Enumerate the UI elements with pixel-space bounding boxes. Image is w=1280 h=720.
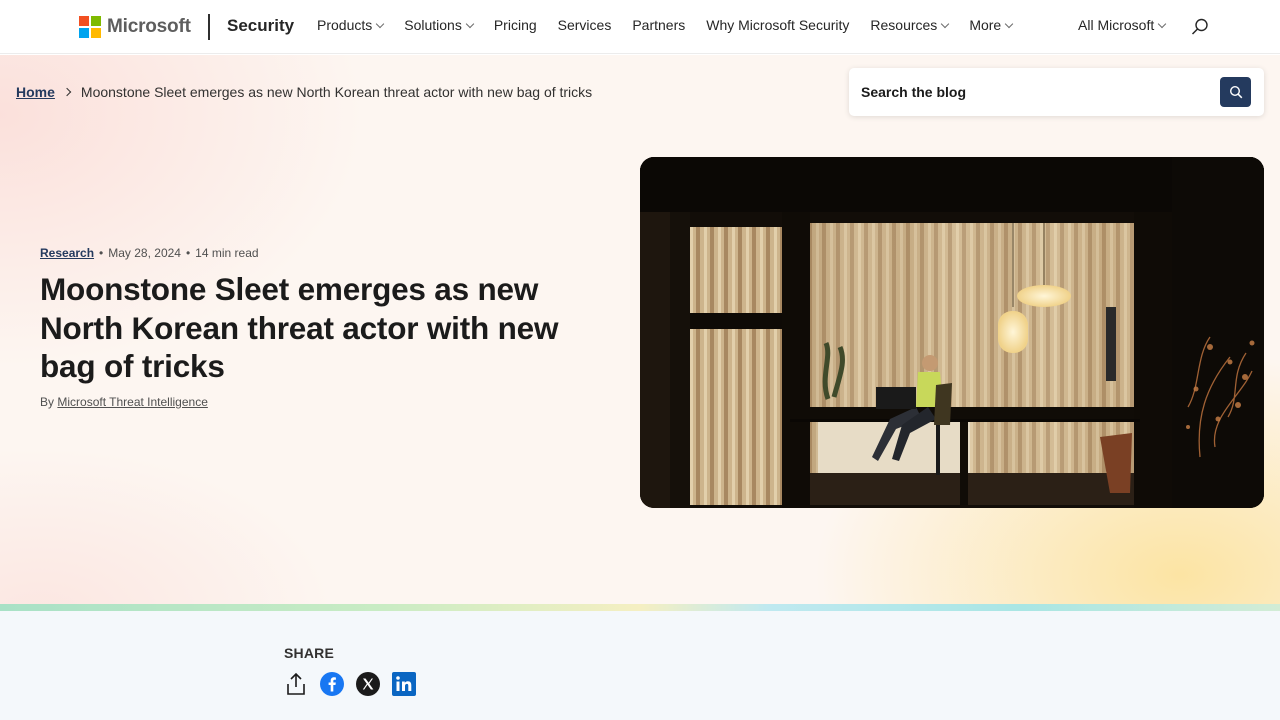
breadcrumb: Home Moonstone Sleet emerges as new Nort… [16,84,592,100]
facebook-icon[interactable] [320,672,344,696]
publish-date: May 28, 2024 [108,246,181,260]
logo-divider [208,14,210,40]
breadcrumb-current: Moonstone Sleet emerges as new North Kor… [80,84,593,100]
x-icon[interactable] [356,672,380,696]
share-section: SHARE [0,611,1280,720]
brand-security-link[interactable]: Security [227,16,294,36]
chevron-down-icon [1004,19,1014,28]
nav-why-label: Why Microsoft Security [706,17,850,33]
nav-pricing-label: Pricing [493,17,537,33]
article-meta: Research • May 28, 2024 • 14 min read [40,246,259,260]
chevron-down-icon [1157,19,1167,28]
meta-separator: • [185,246,191,260]
nav-more[interactable]: More [969,17,1014,33]
nav-services[interactable]: Services [558,17,612,33]
chevron-down-icon [376,19,385,28]
nav-products[interactable]: Products [317,17,385,33]
all-microsoft-menu[interactable]: All Microsoft [1078,17,1167,33]
microsoft-wordmark: Microsoft [107,16,191,37]
microsoft-logo-icon [79,16,101,38]
nav-partners[interactable]: Partners [632,17,685,33]
byline: By Microsoft Threat Intelligence [40,395,208,409]
blog-search-input[interactable] [861,84,1201,100]
meta-separator: • [99,246,104,260]
breadcrumb-home-link[interactable]: Home [16,84,55,100]
share-label: SHARE [284,645,335,661]
category-link[interactable]: Research [40,246,94,260]
share-icons [284,672,428,696]
blog-search-button[interactable] [1220,77,1251,107]
linkedin-icon[interactable] [392,672,416,696]
read-time: 14 min read [195,246,259,260]
chevron-right-icon [62,87,72,97]
hero-image [640,157,1264,508]
nav-resources-label: Resources [870,17,938,33]
search-icon[interactable] [1190,17,1210,37]
blog-search-box [849,68,1264,116]
author-link[interactable]: Microsoft Threat Intelligence [57,395,208,409]
search-icon [1229,85,1242,99]
nav-pricing[interactable]: Pricing [494,17,537,33]
chevron-down-icon [941,19,950,28]
all-microsoft-label: All Microsoft [1078,17,1155,33]
nav-why-microsoft-security[interactable]: Why Microsoft Security [706,17,849,33]
byline-prefix: By [40,395,55,409]
gradient-divider [0,604,1280,611]
article-title: Moonstone Sleet emerges as new North Kor… [40,271,559,384]
nav-solutions[interactable]: Solutions [404,17,475,33]
nav-products-label: Products [317,17,373,33]
nav-partners-label: Partners [632,17,686,33]
top-navigation: Microsoft Security Products Solutions Pr… [0,0,1280,54]
nav-resources[interactable]: Resources [870,17,950,33]
share-icon[interactable] [284,672,308,696]
chevron-down-icon [465,19,475,28]
nav-services-label: Services [557,17,612,33]
nav-solutions-label: Solutions [404,17,462,33]
nav-more-label: More [969,17,1002,33]
microsoft-logo[interactable]: Microsoft [79,16,191,38]
main-nav: Products Solutions Pricing Services Part… [317,17,1033,33]
